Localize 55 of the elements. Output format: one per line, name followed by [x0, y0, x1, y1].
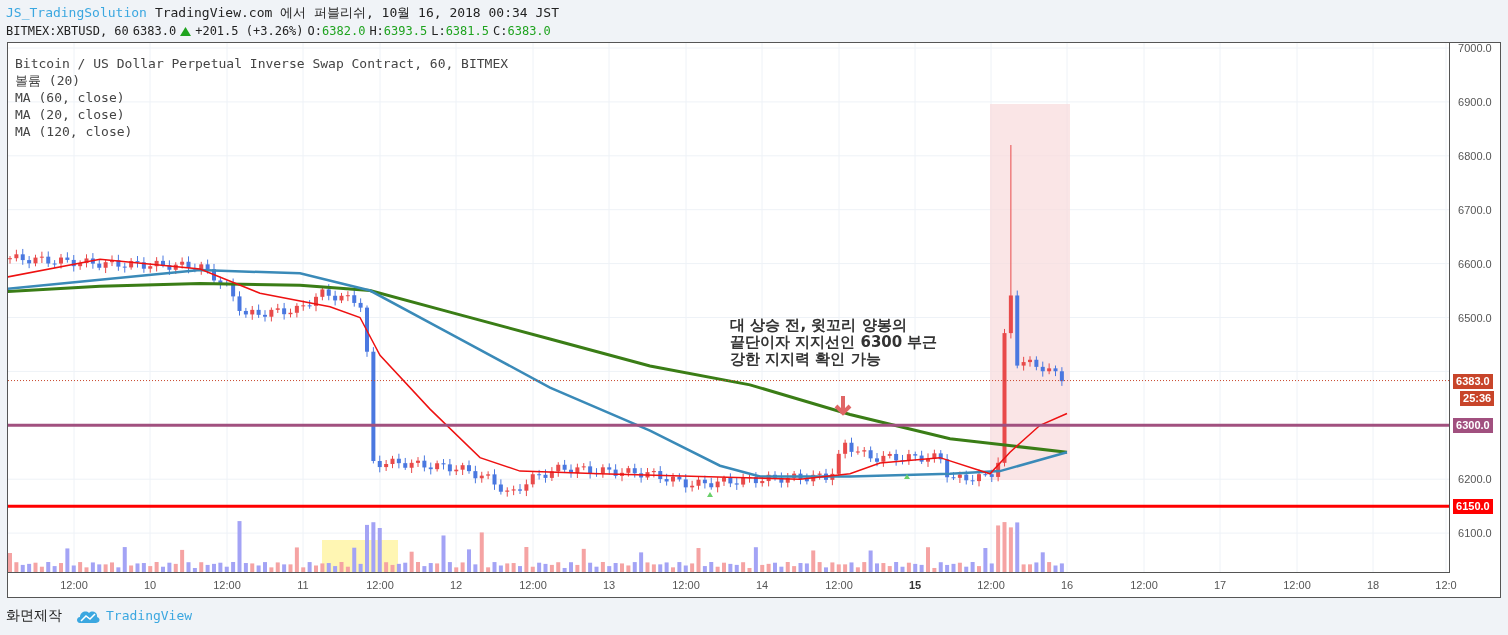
time-axis-label: 17 [1213, 579, 1227, 592]
time-axis-label: 16 [1060, 579, 1074, 592]
time-axis-label: 12:00 [977, 579, 1005, 592]
time-axis-label: 12:00 [366, 579, 394, 592]
brand-link[interactable]: TradingView [106, 605, 193, 626]
price-tag: 6383.0 [1453, 373, 1493, 389]
triangle-marker-icon [904, 474, 910, 479]
price-tag: 6150.0 [1453, 499, 1493, 515]
ohlc-value: 6383.0 [507, 23, 551, 40]
price-axis-label: 6500.0 [1458, 310, 1492, 325]
publish-info: TradingView.com 에서 퍼블리쉬, 10월 16, 2018 00:34 JST [154, 4, 559, 22]
price-axis-label: 6800.0 [1458, 148, 1492, 163]
ohlc-value: 6382.0 [322, 23, 366, 40]
time-axis-label: 12:00 [213, 579, 241, 592]
price-axis-label: 6600.0 [1458, 256, 1492, 271]
time-axis-label: 12:00 [1283, 579, 1311, 592]
ohlc-label: H: [369, 23, 384, 40]
price-axis-label: 6200.0 [1458, 472, 1492, 487]
price-tag: 25:36 [1460, 390, 1495, 406]
symbol-label: BITMEX:XBTUSD, 60 [6, 23, 129, 40]
time-axis-label: 14 [755, 579, 769, 592]
price-axis-label: 6900.0 [1458, 94, 1492, 109]
down-arrow-icon [834, 394, 852, 416]
ohlc-label: O: [307, 23, 322, 40]
time-axis-label: 12 [449, 579, 463, 592]
legend-entry: 볼륨 (20) [15, 72, 82, 89]
price-axis-label: 6700.0 [1458, 202, 1492, 217]
ohlc-value: 6393.5 [383, 23, 428, 40]
time-axis-label: 13 [602, 579, 616, 592]
price-axis-label: 6100.0 [1458, 526, 1492, 541]
price-change: +201.5 (+3.26%) [195, 23, 304, 40]
footer-label: 화면제작 [6, 606, 62, 625]
time-axis-label: 12:0 [1435, 579, 1457, 592]
time-axis-label: 10 [143, 579, 157, 592]
legend-entry: MA (20, close) [15, 106, 126, 123]
ohlc-label: C: [493, 23, 508, 40]
time-axis-label: 12:00 [1130, 579, 1158, 592]
ohlc-value: 6381.5 [445, 23, 489, 40]
time-axis-label: 12:00 [519, 579, 547, 592]
time-axis-label: 15 [908, 579, 922, 592]
time-axis-label: 12:00 [825, 579, 853, 592]
time-axis-label: 12:00 [672, 579, 700, 592]
price-axis-label: 7000.0 [1458, 41, 1492, 55]
legend-entry: MA (120, close) [15, 123, 134, 140]
triangle-marker-icon [707, 492, 713, 497]
chart-annotation: 대 상승 전, 윗꼬리 양봉의 끝단이자 지지선인 6300 부근 강한 지지력 확인 가능 [730, 317, 938, 368]
time-axis-label: 18 [1366, 579, 1380, 592]
price-tag: 6300.0 [1453, 418, 1493, 434]
time-axis-label: 12:00 [60, 579, 88, 592]
legend-entry: MA (60, close) [15, 89, 126, 106]
time-axis-label: 11 [297, 579, 309, 592]
legend-entry: Bitcoin / US Dollar Perpetual Inverse Swap Contract, 60, BITMEX [15, 55, 509, 72]
last-price: 6383.0 [132, 23, 177, 40]
author-link[interactable]: JS_TradingSolution [6, 3, 147, 22]
ohlc-label: L: [431, 23, 446, 40]
